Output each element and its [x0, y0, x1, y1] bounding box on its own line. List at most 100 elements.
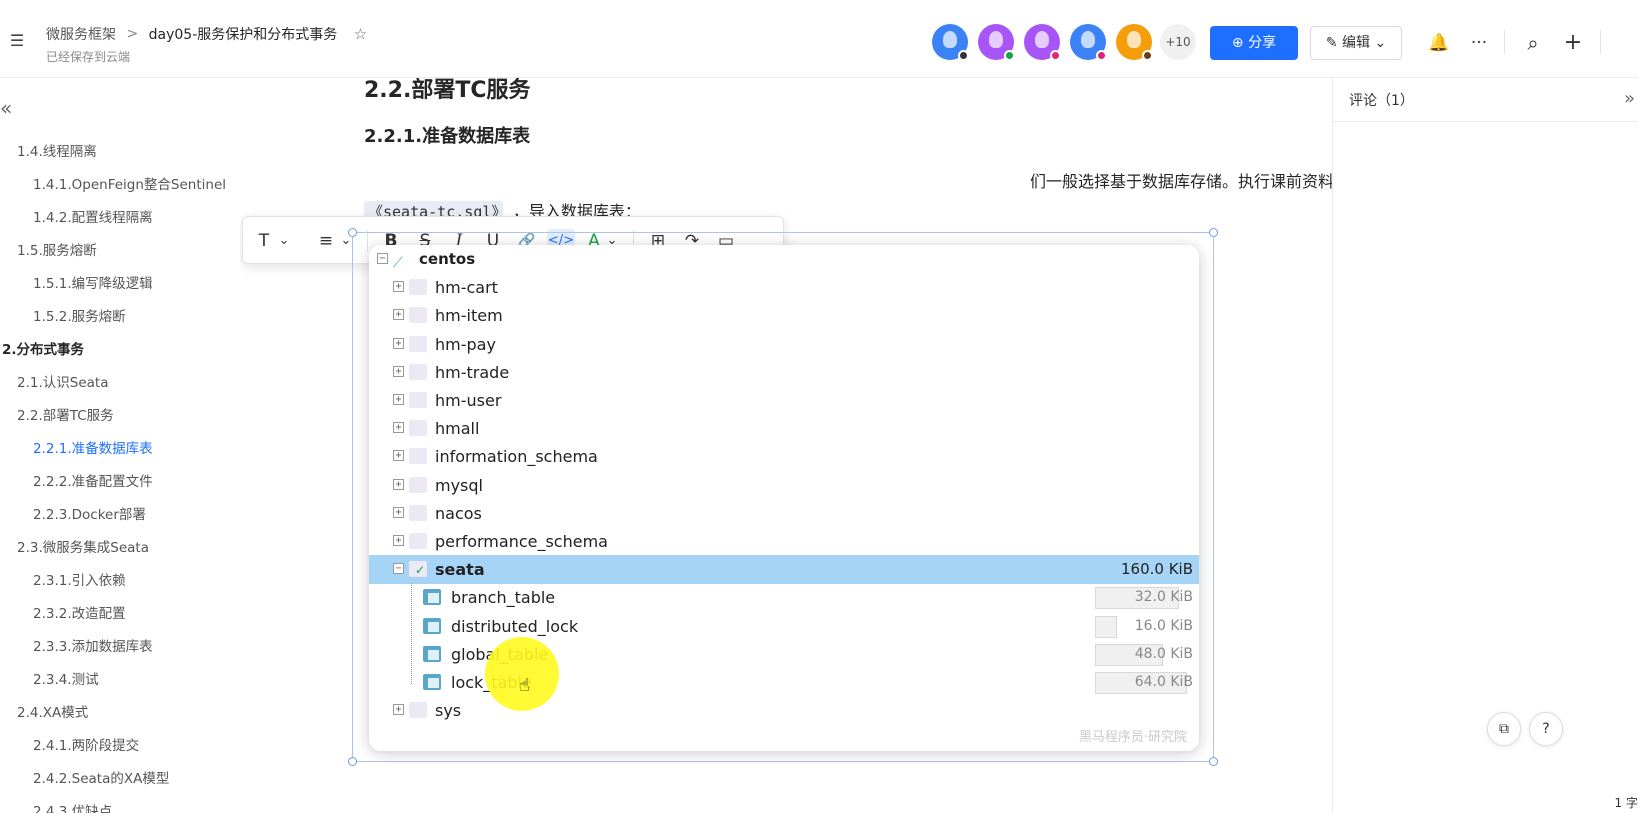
breadcrumb-doc[interactable]: day05-服务保护和分布式事务 [149, 27, 338, 43]
database-icon [409, 476, 427, 493]
toc-item[interactable]: 2.3.4.测试 [0, 664, 240, 697]
star-icon[interactable]: ☆ [354, 25, 367, 43]
tree-row[interactable]: distributed_lock 16.0 KiB [369, 612, 1199, 641]
comments-header: 评论（1） » [1333, 78, 1638, 122]
tree-row[interactable]: + hm-trade [369, 358, 1199, 387]
expand-toggle[interactable]: + [393, 535, 404, 546]
database-name: seata [435, 560, 485, 580]
toc-item[interactable]: 1.4.线程隔离 [0, 136, 240, 169]
toc-item[interactable]: 2.4.3.优缺点 [0, 796, 240, 813]
doc-body: 2.2.部署TC服务 2.2.1.准备数据库表 们一般选择基于数据库存储。执行课… [240, 78, 1332, 813]
expand-panel-icon[interactable]: » [1624, 88, 1635, 109]
database-icon [409, 335, 427, 352]
avatar[interactable] [1024, 24, 1061, 61]
avatar[interactable] [978, 24, 1015, 61]
database-icon [409, 279, 427, 296]
tree-row[interactable]: + sys [369, 696, 1199, 725]
tree-row[interactable]: + hm-cart [369, 273, 1199, 302]
table-icon [423, 645, 441, 662]
tree-row[interactable]: − ⟋ centos [369, 245, 1199, 274]
share-button[interactable]: ⊕ 分享 [1210, 26, 1298, 60]
expand-toggle[interactable]: + [393, 394, 404, 405]
toc-item[interactable]: 2.4.XA模式 [0, 697, 240, 730]
align-button[interactable]: ≡ [315, 229, 337, 253]
toc-item[interactable]: 2.3.微服务集成Seata [0, 532, 240, 565]
expand-toggle[interactable]: + [393, 281, 404, 293]
toc-sidebar: « 1.4.线程隔离 1.4.1.OpenFeign整合Sentinel 1.4.2… [0, 78, 240, 813]
resize-handle[interactable] [348, 757, 357, 766]
image-block[interactable]: 黑马程序员·研究院 − ⟋ centos + hm-cart + hm-item + hm-pa… [348, 228, 1218, 766]
collapse-toggle[interactable]: − [377, 253, 388, 264]
search-icon[interactable]: ⌕ [1520, 30, 1546, 56]
tree-row[interactable]: + performance_schema [369, 527, 1199, 556]
table-icon [423, 617, 441, 634]
help-icon[interactable]: ? [1529, 712, 1563, 746]
toc-item[interactable]: 1.5.2.服务熔断 [0, 301, 240, 334]
tree-row[interactable]: + nacos [369, 499, 1199, 528]
avatar[interactable] [1070, 24, 1107, 61]
breadcrumb-space[interactable]: 微服务框架 [46, 27, 116, 43]
expand-toggle[interactable]: + [393, 422, 404, 434]
toc-item[interactable]: 2.3.3.添加数据库表 [0, 631, 240, 664]
expand-toggle[interactable]: + [393, 365, 404, 377]
section-heading: 2.2.部署TC服务 [364, 78, 531, 103]
bell-icon[interactable]: 🔔 [1426, 30, 1452, 56]
table-size: 64.0 KiB [1134, 674, 1193, 690]
toc-item[interactable]: 2.2.1.准备数据库表 [0, 433, 240, 466]
toc-item[interactable]: 2.3.1.引入依赖 [0, 565, 240, 598]
table-size: 16.0 KiB [1134, 617, 1193, 634]
toc-item[interactable]: 2.2.3.Docker部署 [0, 499, 240, 532]
tree-row[interactable]: branch_table 32.0 KiB [369, 583, 1199, 612]
toc-item[interactable]: 2.3.2.改造配置 [0, 598, 240, 631]
database-icon [409, 392, 427, 408]
tree-row[interactable]: + hmall [369, 414, 1199, 443]
toc-item[interactable]: 1.4.2.配置线程隔离 [0, 202, 240, 235]
collapse-toggle[interactable]: − [393, 563, 404, 575]
plus-icon[interactable]: + [1560, 30, 1586, 56]
copy-icon[interactable]: ⧉ [1487, 712, 1521, 746]
text-style-button[interactable]: T [253, 229, 275, 253]
more-icon[interactable]: ··· [1466, 30, 1492, 56]
database-icon [409, 533, 427, 549]
database-name: performance_schema [435, 532, 608, 551]
tree-row[interactable]: + hm-user [369, 386, 1199, 415]
tree-row[interactable]: + information_schema [369, 442, 1199, 471]
avatar[interactable] [1116, 24, 1153, 61]
expand-toggle[interactable]: + [393, 506, 404, 518]
chevron-down-icon[interactable]: ⌄ [277, 229, 291, 253]
expand-toggle[interactable]: + [393, 704, 404, 716]
table-name: distributed_lock [451, 616, 579, 636]
toc-item[interactable]: 2.1.认识Seata [0, 367, 240, 400]
toc-item[interactable]: 2.4.2.Seata的XA模型 [0, 763, 240, 796]
tree-row[interactable]: − ✓ seata 160.0 KiB [369, 555, 1199, 585]
toc-item[interactable]: 2.分布式事务 [0, 334, 240, 367]
collapse-sidebar-icon[interactable]: « [0, 96, 12, 120]
menu-icon[interactable]: ☰ [6, 30, 28, 52]
expand-toggle[interactable]: + [393, 450, 404, 462]
edit-button[interactable]: ✎ 编辑 ⌄ [1310, 26, 1402, 60]
check-icon: ✓ [415, 563, 426, 578]
more-avatars-badge[interactable]: +10 [1160, 24, 1196, 60]
tree-row[interactable]: + mysql [369, 471, 1199, 500]
database-name: hm-cart [435, 278, 498, 298]
size-bar [1095, 615, 1117, 638]
toc-item[interactable]: 1.5.服务熔断 [0, 235, 240, 268]
expand-toggle[interactable]: + [393, 309, 404, 321]
table-icon [423, 589, 441, 606]
expand-toggle[interactable]: + [393, 478, 404, 490]
pencil-icon: ✎ [1325, 35, 1338, 51]
table-name: branch_table [451, 588, 556, 608]
toc-item[interactable]: 2.2.部署TC服务 [0, 400, 240, 433]
resize-handle[interactable] [348, 228, 357, 237]
avatar[interactable] [932, 24, 969, 61]
resize-handle[interactable] [1209, 757, 1218, 766]
tree-row[interactable]: + hm-pay [369, 330, 1199, 359]
toc-item[interactable]: 1.5.1.编写降级逻辑 [0, 268, 240, 301]
globe-icon: ⊕ [1231, 35, 1244, 51]
toc-item[interactable]: 2.2.2.准备配置文件 [0, 466, 240, 499]
resize-handle[interactable] [1209, 228, 1218, 237]
tree-row[interactable]: + hm-item [369, 301, 1199, 330]
expand-toggle[interactable]: + [393, 337, 404, 349]
toc-item[interactable]: 1.4.1.OpenFeign整合Sentinel [0, 169, 240, 202]
toc-item[interactable]: 2.4.1.两阶段提交 [0, 730, 240, 763]
